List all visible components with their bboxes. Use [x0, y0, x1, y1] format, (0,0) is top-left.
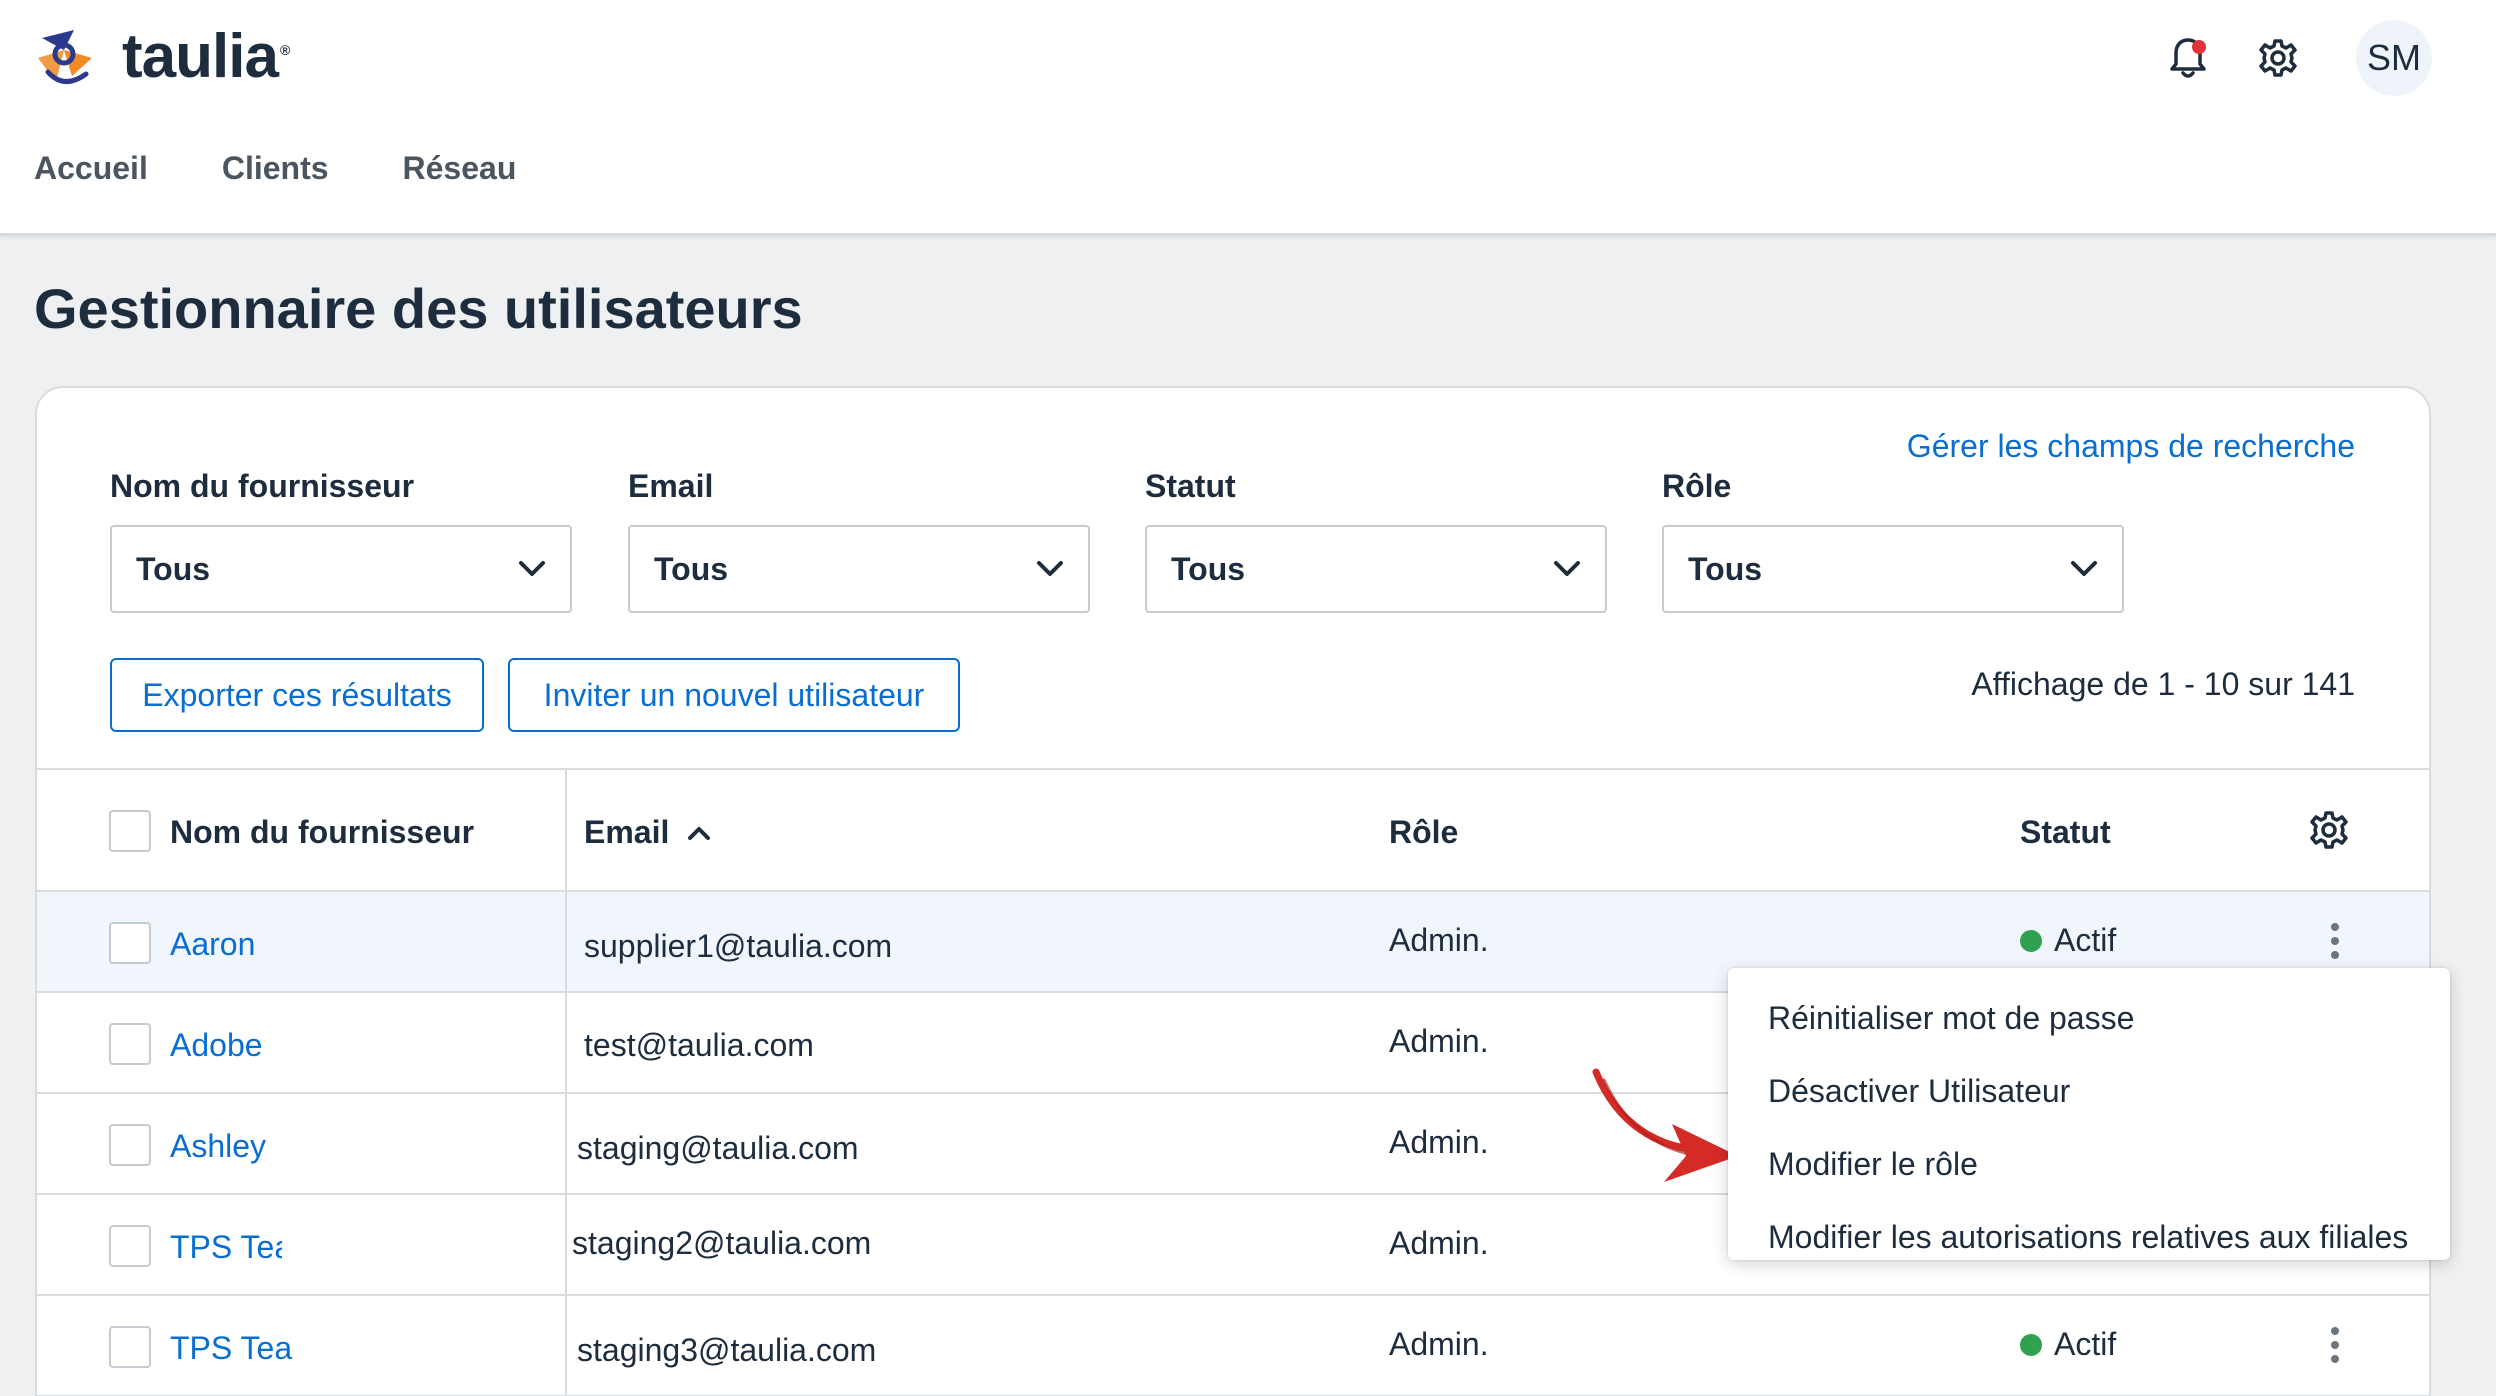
status-select[interactable]: Tous	[1145, 525, 1607, 613]
invite-user-button[interactable]: Inviter un nouvel utilisateur	[508, 658, 960, 732]
column-header-status[interactable]: Statut	[2020, 814, 2111, 851]
settings-button[interactable]	[2248, 28, 2308, 88]
chevron-down-icon	[1554, 561, 1580, 576]
page-title: Gestionnaire des utilisateurs	[34, 277, 803, 340]
select-all-checkbox[interactable]	[109, 810, 151, 852]
filter-role: Rôle Tous	[1662, 468, 2124, 613]
supplier-name-link[interactable]: Aaron	[170, 926, 255, 963]
email-cell: test@taulia.com	[584, 1027, 814, 1063]
status-dot	[2020, 929, 2042, 952]
role-select[interactable]: Tous	[1662, 525, 2124, 613]
export-results-button[interactable]: Exporter ces résultats	[110, 658, 484, 732]
row-actions-button[interactable]	[2329, 1324, 2341, 1366]
supplier-name-link[interactable]: TPS Tea	[170, 1229, 282, 1266]
nav-item-clients[interactable]: Clients	[222, 150, 329, 187]
column-header-label: Email	[584, 814, 670, 850]
column-header-email[interactable]: Email	[584, 814, 711, 851]
app-header: taulia ® SM Accueil Clients Réseau	[0, 0, 2496, 236]
status-dot	[2020, 1333, 2042, 1356]
chevron-down-icon	[2071, 561, 2097, 576]
menu-item-reset-password[interactable]: Réinitialiser mot de passe	[1728, 982, 2450, 1055]
row-checkbox[interactable]	[109, 1124, 151, 1166]
role-cell: Admin.	[1389, 1023, 1489, 1059]
column-header-name[interactable]: Nom du fournisseur	[170, 814, 474, 851]
select-value: Tous	[654, 550, 729, 587]
menu-item-deactivate-user[interactable]: Désactiver Utilisateur	[1728, 1055, 2450, 1128]
user-avatar[interactable]: SM	[2356, 20, 2432, 96]
select-value: Tous	[136, 550, 211, 587]
role-cell: Admin.	[1389, 1326, 1489, 1362]
annotation-arrow-icon	[1592, 1068, 1738, 1182]
gear-icon[interactable]	[2309, 810, 2349, 850]
column-header-role[interactable]: Rôle	[1389, 814, 1458, 851]
header-actions: SM	[2128, 20, 2432, 96]
filter-supplier-name: Nom du fournisseur Tous	[110, 468, 572, 613]
main-nav: Accueil Clients Réseau	[34, 150, 590, 187]
filter-label: Nom du fournisseur	[110, 468, 415, 504]
sort-ascending-icon	[688, 826, 711, 840]
email-select[interactable]: Tous	[628, 525, 1090, 613]
taulia-logo[interactable]: taulia ®	[34, 22, 290, 91]
table-row[interactable]: TPS Tear staging3@taulia.com Admin. Acti…	[37, 1296, 2429, 1396]
column-divider	[565, 1296, 567, 1395]
menu-item-subsidiary-permissions[interactable]: Modifier les autorisations relatives aux…	[1728, 1201, 2450, 1274]
filter-label: Email	[628, 468, 714, 504]
column-divider	[565, 770, 567, 890]
supplier-name-link[interactable]: Adobe	[170, 1027, 263, 1064]
results-count: Affichage de 1 - 10 sur 141	[1971, 666, 2355, 702]
column-divider	[565, 892, 567, 991]
status-badge: Actif	[2020, 922, 2116, 959]
row-actions-menu: Réinitialiser mot de passe Désactiver Ut…	[1728, 968, 2450, 1260]
menu-item-change-role[interactable]: Modifier le rôle	[1728, 1128, 2450, 1201]
supplier-name-select[interactable]: Tous	[110, 525, 572, 613]
supplier-name-link[interactable]: Ashley	[170, 1128, 266, 1165]
filter-email: Email Tous	[628, 468, 1090, 613]
notifications-button[interactable]	[2158, 28, 2218, 88]
taulia-logo-icon	[38, 30, 92, 84]
email-cell: staging2@taulia.com	[572, 1225, 872, 1261]
select-value: Tous	[1688, 550, 1763, 587]
filter-label: Rôle	[1662, 468, 1732, 504]
nav-item-accueil[interactable]: Accueil	[34, 150, 148, 187]
logo-wordmark: taulia ®	[122, 22, 290, 91]
role-cell: Admin.	[1389, 1124, 1489, 1160]
status-label: Actif	[2054, 922, 2117, 958]
chevron-down-icon	[519, 561, 545, 576]
status-badge: Actif	[2020, 1326, 2116, 1363]
manage-search-fields-link[interactable]: Gérer les champs de recherche	[1907, 428, 2355, 465]
row-checkbox[interactable]	[109, 1023, 151, 1065]
table-header: Nom du fournisseur Email Rôle Statut	[37, 768, 2429, 892]
email-cell: staging3@taulia.com	[577, 1332, 877, 1368]
row-checkbox[interactable]	[109, 1225, 151, 1267]
row-checkbox[interactable]	[109, 922, 151, 964]
column-divider	[565, 993, 567, 1092]
notification-badge	[2192, 40, 2206, 54]
select-value: Tous	[1171, 550, 1246, 587]
nav-item-reseau[interactable]: Réseau	[403, 150, 517, 187]
status-label: Actif	[2054, 1326, 2117, 1362]
row-checkbox[interactable]	[109, 1326, 151, 1368]
filter-status: Statut Tous	[1145, 468, 1607, 613]
email-cell: supplier1@taulia.com	[584, 928, 893, 964]
gear-icon	[2259, 39, 2297, 77]
email-cell: staging@taulia.com	[577, 1130, 859, 1166]
row-actions-button[interactable]	[2329, 920, 2341, 962]
filter-label: Statut	[1145, 468, 1236, 504]
chevron-down-icon	[1037, 561, 1063, 576]
supplier-name-link[interactable]: TPS Tear	[170, 1330, 294, 1367]
role-cell: Admin.	[1389, 922, 1489, 958]
column-divider	[565, 1195, 567, 1294]
role-cell: Admin.	[1389, 1225, 1489, 1261]
column-divider	[565, 1094, 567, 1193]
